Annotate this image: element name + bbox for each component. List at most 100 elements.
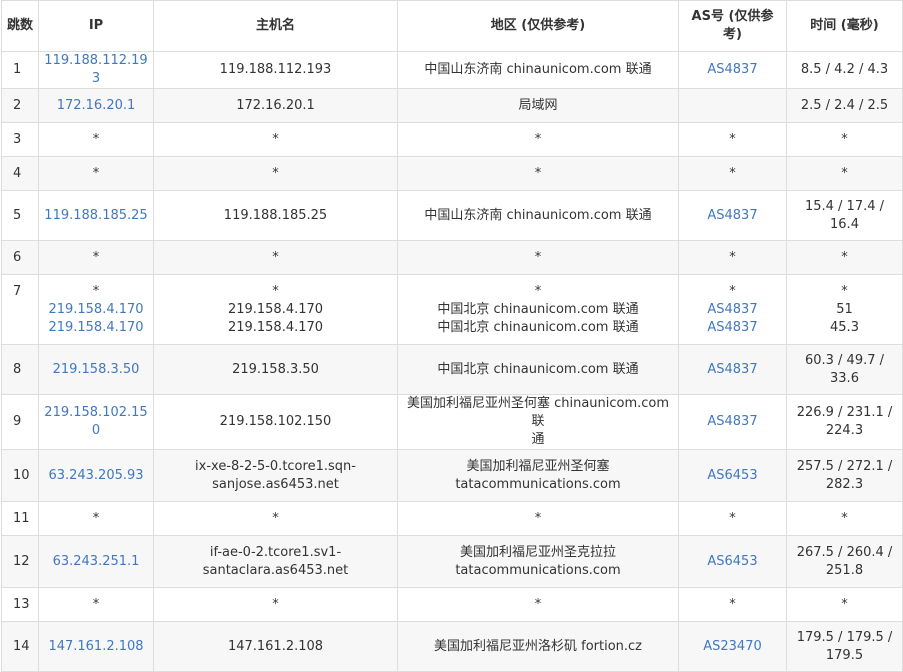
region-cell: 美国加利福尼亚州圣何塞 tatacommunications.com — [397, 449, 679, 502]
table-row: 5 119.188.185.25 119.188.185.25 中国山东济南 chin… — [1, 190, 903, 241]
as-number-text: * — [729, 510, 736, 526]
latency-text: 179.5 — [825, 647, 864, 663]
as-cell: AS4837 — [678, 394, 787, 450]
ip-cell: 119.188.185.25 — [38, 190, 154, 241]
hop-cell: 9 — [1, 394, 39, 450]
ip-link[interactable]: 219.158.4.170 — [43, 301, 149, 319]
region-text: 中国北京 chinaunicom.com 联通 — [437, 361, 639, 377]
time-cell: 257.5 / 272.1 / 282.3 — [786, 449, 903, 502]
table-row: 2 172.16.20.1 172.16.20.1 局域网 2.5 / 2.4 / 2.… — [1, 88, 903, 123]
time-cell: 267.5 / 260.4 / 251.8 — [786, 535, 903, 588]
header-ip: IP — [38, 0, 154, 52]
region-text: tatacommunications.com — [455, 476, 621, 492]
as-number-link[interactable]: AS4837 — [683, 207, 782, 225]
latency-text: * — [841, 249, 848, 265]
latency-text: * — [841, 510, 848, 526]
region-cell: 美国加利福尼亚州圣何塞 chinaunicom.com 联通 — [397, 394, 679, 450]
as-number-link[interactable]: AS6453 — [683, 553, 782, 571]
table-row: 8 219.158.3.50 219.158.3.50 中国北京 chinaunico… — [1, 344, 903, 395]
ip-cell: * — [38, 156, 154, 191]
region-text: * — [534, 510, 542, 526]
latency-text: 15.4 / 17.4 / — [804, 198, 885, 214]
region-text: * — [534, 165, 542, 181]
as-cell: AS4837 — [678, 51, 787, 89]
region-text: 中国山东济南 chinaunicom.com 联通 — [424, 207, 652, 223]
table-body: 1 119.188.112.193 119.188.112.193 中国山东济南 ch… — [1, 51, 903, 672]
hop-cell: 13 — [1, 587, 39, 622]
as-cell: * — [678, 587, 787, 622]
table-row: 10 63.243.205.93 ix-xe-8-2-5-0.tcore1.sqn-… — [1, 449, 903, 502]
as-cell: AS4837 — [678, 190, 787, 241]
hop-number: 6 — [13, 249, 22, 265]
ip-cell: * — [38, 240, 154, 275]
hostname-text: 172.16.20.1 — [236, 97, 315, 113]
ip-link[interactable]: 219.158.102.150 — [43, 404, 149, 440]
hostname-text: ix-xe-8-2-5-0.tcore1.sqn- — [195, 458, 356, 474]
region-text: 中国北京 chinaunicom.com 联通 — [437, 320, 639, 335]
hostname-text: * — [272, 165, 279, 181]
latency-text: 282.3 — [825, 476, 864, 492]
ip-text: * — [92, 131, 100, 147]
hostname-cell: 219.158.102.150 — [153, 394, 398, 450]
as-number-link[interactable]: AS23470 — [683, 638, 782, 656]
as-number-link[interactable]: AS4837 — [683, 61, 782, 79]
as-number-link[interactable]: AS4837 — [683, 319, 782, 337]
hostname-cell: * — [153, 240, 398, 275]
header-as: AS号 (仅供参考) — [678, 0, 787, 52]
ip-link[interactable]: 219.158.4.170 — [43, 319, 149, 337]
region-text: 中国山东济南 chinaunicom.com 联通 — [424, 62, 652, 77]
ip-link[interactable]: 147.161.2.108 — [43, 638, 149, 656]
as-number-text: * — [729, 165, 736, 181]
hop-cell: 11 — [1, 501, 39, 536]
region-text: 美国加利福尼亚州圣何塞 — [466, 458, 610, 474]
hostname-cell: 172.16.20.1 — [153, 88, 398, 123]
hostname-text: 219.158.102.150 — [219, 414, 332, 429]
region-text: * — [534, 249, 542, 265]
as-cell: AS6453 — [678, 535, 787, 588]
as-number-link[interactable]: AS4837 — [683, 301, 782, 319]
hop-cell: 4 — [1, 156, 39, 191]
table-row: 11 * * * * * — [1, 501, 903, 536]
as-number-link[interactable]: AS6453 — [683, 467, 782, 485]
ip-link[interactable]: 63.243.205.93 — [43, 467, 149, 485]
ip-link[interactable]: 63.243.251.1 — [43, 553, 149, 571]
time-cell: 2.5 / 2.4 / 2.5 — [786, 88, 903, 123]
ip-text: * — [92, 284, 100, 299]
latency-text: * — [841, 165, 848, 181]
ip-link[interactable]: 172.16.20.1 — [43, 97, 149, 115]
hop-number: 10 — [13, 467, 30, 483]
as-cell: * — [678, 122, 787, 157]
region-text: 美国加利福尼亚州圣克拉拉 — [459, 544, 616, 560]
time-cell: 226.9 / 231.1 / 224.3 — [786, 394, 903, 450]
hostname-text: 219.158.4.170 — [227, 320, 324, 335]
hop-number: 3 — [13, 131, 22, 147]
table-row: 12 63.243.251.1 if-ae-0-2.tcore1.sv1- santa… — [1, 535, 903, 588]
table-row: 6 * * * * * — [1, 240, 903, 275]
table-row: 9 219.158.102.150 219.158.102.150 美国加利福尼亚州圣… — [1, 394, 903, 450]
latency-text: 179.5 / 179.5 / — [796, 629, 893, 645]
hop-number: 7 — [13, 284, 22, 299]
ip-cell: 63.243.251.1 — [38, 535, 154, 588]
hop-number: 13 — [13, 596, 30, 612]
region-text: * — [534, 131, 542, 147]
table-row: 7 * 219.158.4.170 219.158.4.170 * 219.158.4.1… — [1, 274, 903, 345]
latency-text: 16.4 — [830, 216, 859, 232]
hostname-text: if-ae-0-2.tcore1.sv1- — [209, 544, 342, 560]
as-cell: AS4837 — [678, 344, 787, 395]
header-hostname: 主机名 — [153, 0, 398, 52]
region-cell: 局域网 — [397, 88, 679, 123]
as-number-text: * — [729, 131, 736, 147]
as-number-link[interactable]: AS4837 — [683, 361, 782, 379]
hostname-text: * — [272, 596, 279, 612]
ip-link[interactable]: 119.188.185.25 — [43, 207, 149, 225]
hop-cell: 7 — [1, 274, 39, 345]
latency-text: * — [841, 131, 848, 147]
header-time: 时间 (毫秒) — [786, 0, 903, 52]
as-cell: * — [678, 501, 787, 536]
ip-link[interactable]: 119.188.112.193 — [43, 53, 149, 88]
latency-text: 257.5 / 272.1 / — [796, 458, 893, 474]
as-number-link[interactable]: AS4837 — [683, 413, 782, 431]
region-cell: * — [397, 501, 679, 536]
latency-text: 60.3 / 49.7 / — [804, 352, 885, 368]
ip-link[interactable]: 219.158.3.50 — [43, 361, 149, 379]
